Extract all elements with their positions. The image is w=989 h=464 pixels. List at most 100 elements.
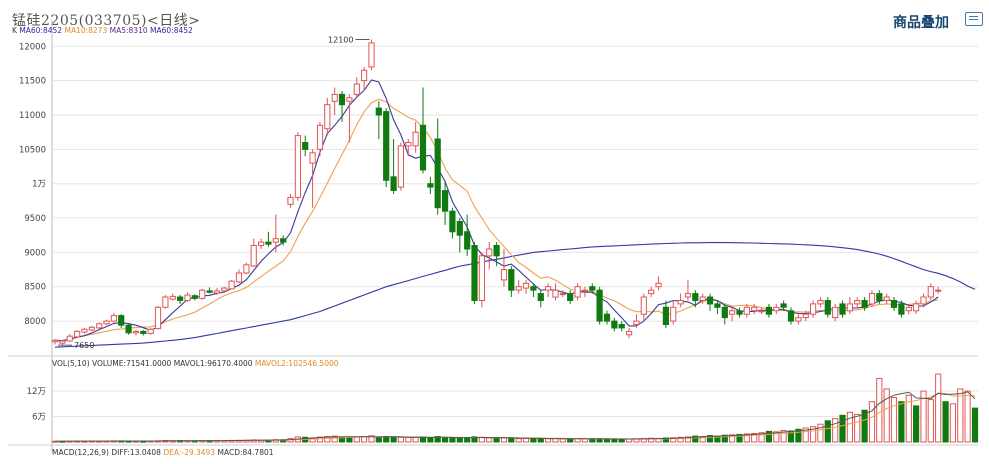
volume-bar-down	[839, 414, 846, 443]
volume-bar-up	[397, 436, 404, 443]
candle-up	[515, 286, 522, 291]
volume-bar-down	[493, 437, 500, 443]
volume-bar-down	[537, 438, 544, 443]
volume-bar-down	[942, 401, 949, 443]
volume-bar-up	[876, 377, 883, 443]
volume-tick-label: 12万	[27, 387, 46, 397]
candle-down	[118, 315, 125, 326]
candle-up	[353, 83, 360, 95]
candle-up	[103, 320, 110, 325]
candle-up	[670, 306, 677, 322]
volume-bar-up	[868, 401, 876, 443]
candle-up	[574, 286, 581, 298]
volume-bar-up	[515, 438, 522, 443]
price-tick-label: 8500	[24, 283, 46, 293]
kline-chart[interactable]: 8000 8500 9000 9500 1万 10500 11000 11500 12000 6万…	[0, 0, 989, 464]
volume-bar-up	[957, 388, 964, 443]
volume-bar-up	[405, 437, 412, 443]
candle-up	[51, 339, 59, 343]
candle-down	[390, 176, 397, 192]
volume-bar-down	[449, 437, 456, 443]
candle-up	[368, 42, 375, 68]
volume-bar-down	[464, 437, 471, 443]
volume-bar-up	[500, 437, 508, 443]
volume-bar-down	[618, 438, 625, 443]
volume-bar-down	[971, 407, 979, 443]
ma10-line	[54, 98, 939, 342]
candle-down	[839, 303, 846, 315]
volume-bar-up	[935, 373, 942, 443]
volume-bar-down	[442, 436, 449, 443]
volume-bar-up	[949, 403, 956, 443]
price-tick-label: 8000	[24, 317, 46, 327]
price-tick-label: 10500	[19, 145, 46, 155]
candle-down	[456, 221, 463, 236]
candle-down	[780, 303, 787, 308]
candle-up	[309, 152, 316, 164]
candle-down	[589, 286, 596, 291]
candle-up	[920, 296, 927, 305]
candle-up	[397, 145, 404, 188]
candle-up	[228, 280, 235, 290]
candle-up	[868, 293, 876, 305]
volume-bar-down	[898, 401, 905, 443]
candle-up	[486, 248, 493, 257]
candle-down	[493, 245, 500, 257]
candle-up	[96, 323, 103, 329]
candle-down	[265, 241, 272, 245]
candle-up	[545, 286, 552, 291]
candle-down	[890, 300, 898, 308]
candle-up	[559, 293, 566, 296]
candle-down	[714, 303, 721, 308]
volume-bar-down	[508, 437, 515, 443]
volume-bar-up	[522, 437, 530, 443]
volume-bar-up	[854, 413, 861, 443]
candle-up	[235, 272, 243, 283]
candle-up	[846, 303, 853, 312]
volume-bar-down	[427, 437, 434, 443]
candle-up	[147, 328, 154, 334]
candle-up	[169, 295, 176, 300]
candle-up	[677, 300, 684, 305]
candle-up	[522, 282, 530, 289]
price-tick-label: 11000	[19, 111, 46, 121]
candle-up	[287, 196, 294, 205]
high-annotation: 12100	[328, 35, 353, 44]
candle-up	[243, 264, 250, 274]
candle-down	[427, 183, 434, 188]
volume-bar-up	[964, 390, 971, 443]
candle-down	[338, 93, 346, 106]
chart-window: 锰硅2205(033705)<日线> 商品叠加 K MA60:8452 MA10…	[0, 0, 989, 464]
price-tick-label: 12000	[19, 42, 46, 52]
volume-bar-down	[390, 436, 397, 443]
candle-down	[383, 111, 390, 181]
candle-down	[302, 142, 309, 150]
candle-down	[787, 310, 795, 322]
volume-bar-up	[883, 388, 890, 443]
candle-up	[684, 293, 692, 298]
candle-up	[59, 340, 66, 344]
candle-up	[854, 300, 861, 305]
volume-bar-up	[545, 438, 552, 443]
candle-up	[154, 306, 162, 330]
volume-bar-up	[927, 399, 934, 443]
candle-down	[442, 190, 449, 212]
candle-up	[758, 310, 765, 313]
volume-bar-down	[530, 438, 537, 443]
volume-bar-down	[589, 438, 596, 443]
candle-up	[802, 313, 809, 319]
candle-up	[927, 286, 934, 298]
candle-down	[280, 238, 287, 243]
low-annotation: 7650	[74, 341, 94, 350]
candle-up	[361, 69, 368, 82]
candle-down	[177, 296, 184, 301]
candle-down	[449, 210, 456, 233]
volume-bar-up	[486, 437, 493, 443]
volume-bar-up	[412, 436, 419, 443]
volume-bar-down	[824, 420, 831, 443]
candle-down	[876, 293, 883, 302]
candle-down	[125, 324, 132, 334]
candle-down	[692, 293, 699, 302]
candle-up	[905, 306, 912, 312]
volume-bar-down	[603, 438, 611, 443]
